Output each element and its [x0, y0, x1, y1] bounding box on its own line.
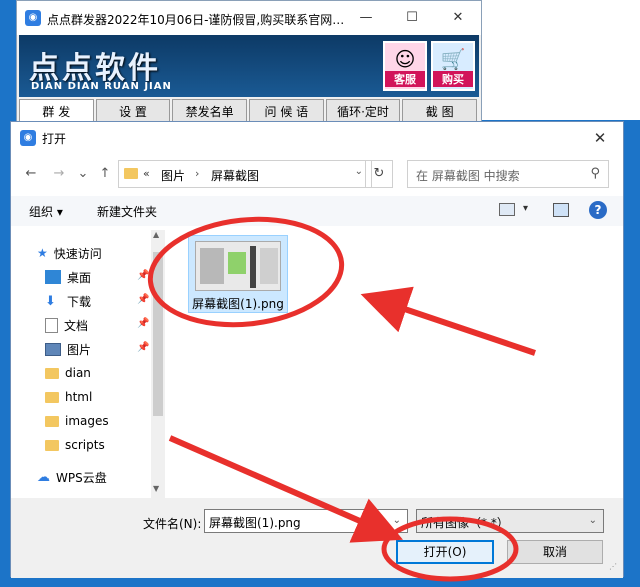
sidebar-item-label: 文档 [64, 318, 89, 333]
sidebar-item-label: dian [65, 366, 91, 380]
file-list: 屏幕截图(1).png [169, 230, 625, 498]
filename-label: 文件名(N): [143, 517, 202, 531]
navigation-pane: ★ 快速访问 桌面 ⬇ 下载 文档 图片 dian html images sc… [11, 230, 165, 498]
sidebar-item-label: images [65, 414, 109, 428]
dialog-title: 打开 [42, 132, 67, 146]
sidebar-item-label: 图片 [67, 342, 92, 357]
forward-arrow-icon[interactable]: → [49, 164, 69, 184]
minimize-button[interactable]: — [351, 7, 381, 29]
scroll-down-icon[interactable]: ▼ [153, 484, 159, 493]
filetype-select[interactable]: 所有图像（*.*） ⌄ [416, 509, 604, 533]
sidebar-item-desktop[interactable]: 桌面 [45, 266, 91, 288]
customer-service-label: 客服 [385, 71, 425, 87]
sidebar-item-scripts[interactable]: scripts [45, 434, 105, 456]
pin-icon: 📌 [137, 318, 150, 329]
sidebar-item-label: WPS云盘 [56, 470, 107, 485]
resize-grip-icon[interactable]: ⋰ [609, 562, 617, 571]
breadcrumb-separator[interactable]: › [195, 167, 199, 180]
help-icon[interactable]: ? [589, 201, 607, 219]
dialog-titlebar: ◉ 打开 ✕ [11, 122, 623, 154]
filename-input[interactable]: 屏幕截图(1).png ⌄ [204, 509, 408, 533]
open-file-dialog: ◉ 打开 ✕ ← → ⌄ ↑ « 图片 › 屏幕截图 ⌄ ↻ 在 屏幕截图 中搜… [10, 121, 625, 578]
search-input[interactable]: 在 屏幕截图 中搜索 ⚲ [407, 160, 609, 188]
chevron-down-icon[interactable]: ⌄ [355, 166, 363, 177]
breadcrumb-pictures[interactable]: 图片 [161, 167, 185, 184]
breadcrumb-overflow[interactable]: « [143, 167, 150, 180]
app-icon: ◉ [25, 10, 41, 26]
organize-button[interactable]: 组织 ▾ [29, 203, 63, 220]
sidebar-item-label: 下载 [67, 294, 92, 309]
view-options-dropdown[interactable]: ▾ [523, 203, 528, 214]
sidebar-item-images[interactable]: images [45, 410, 109, 432]
scrollbar-thumb[interactable] [153, 252, 163, 416]
folder-icon [45, 415, 59, 427]
desktop-icon [45, 270, 61, 284]
desktop-background [482, 0, 640, 120]
filetype-value: 所有图像（*.*） [421, 516, 509, 530]
folder-icon [45, 391, 59, 403]
pin-icon: 📌 [137, 270, 150, 281]
app-window: ◉ 点点群发器2022年10月06日-谨防假冒,购买联系官网… — ☐ ✕ 点点… [16, 0, 482, 130]
app-titlebar: ◉ 点点群发器2022年10月06日-谨防假冒,购买联系官网… — ☐ ✕ [17, 1, 481, 35]
folder-icon [45, 367, 59, 379]
image-thumbnail [195, 241, 281, 291]
maximize-button[interactable]: ☐ [397, 7, 427, 29]
address-bar[interactable]: « 图片 › 屏幕截图 ⌄ [118, 160, 372, 188]
open-button[interactable]: 打开(O) [396, 540, 494, 564]
chevron-down-icon[interactable]: ⌄ [393, 515, 401, 526]
file-name: 屏幕截图(1).png [192, 297, 284, 311]
sidebar-item-html[interactable]: html [45, 386, 92, 408]
file-item[interactable]: 屏幕截图(1).png [188, 235, 288, 313]
sidebar-item-dian[interactable]: dian [45, 362, 91, 384]
refresh-button[interactable]: ↻ [365, 160, 393, 188]
dialog-icon: ◉ [20, 130, 36, 146]
up-arrow-icon[interactable]: ↑ [95, 164, 115, 184]
sidebar-item-documents[interactable]: 文档 [45, 314, 88, 336]
back-arrow-icon[interactable]: ← [21, 164, 41, 184]
dialog-close-button[interactable]: ✕ [585, 126, 615, 150]
download-icon: ⬇ [45, 293, 56, 309]
pictures-icon [45, 342, 61, 356]
document-icon [45, 317, 58, 333]
sidebar-item-downloads[interactable]: ⬇ 下载 [45, 290, 91, 312]
cloud-icon: ☁ [37, 469, 50, 485]
customer-service-button[interactable]: ☺ 客服 [383, 41, 427, 91]
star-icon: ★ [37, 246, 48, 260]
filename-value: 屏幕截图(1).png [209, 516, 301, 530]
sidebar-item-pictures[interactable]: 图片 [45, 338, 91, 360]
folder-icon [124, 168, 138, 179]
cancel-button[interactable]: 取消 [507, 540, 603, 564]
pin-icon: 📌 [137, 294, 150, 305]
app-title: 点点群发器2022年10月06日-谨防假冒,购买联系官网… [47, 13, 345, 27]
breadcrumb-screenshots[interactable]: 屏幕截图 [211, 167, 259, 184]
chevron-down-icon[interactable]: ⌄ [589, 515, 597, 526]
search-icon: ⚲ [590, 166, 600, 181]
sidebar-item-quick-access[interactable]: ★ 快速访问 [37, 242, 102, 264]
folder-icon [45, 439, 59, 451]
sidebar-item-label: html [65, 390, 93, 404]
recent-locations-icon[interactable]: ⌄ [73, 164, 93, 184]
sidebar-item-label: 桌面 [67, 270, 92, 285]
command-bar: 组织 ▾ 新建文件夹 ▾ ? [11, 196, 623, 226]
headset-icon: ☺ [394, 47, 416, 71]
pin-icon: 📌 [137, 342, 150, 353]
new-folder-button[interactable]: 新建文件夹 [97, 203, 157, 220]
preview-pane-icon[interactable] [553, 203, 569, 217]
scroll-up-icon[interactable]: ▲ [153, 230, 159, 239]
app-logo-subtitle: DIAN DIAN RUAN JIAN [31, 81, 172, 92]
search-placeholder: 在 屏幕截图 中搜索 [416, 169, 520, 183]
sidebar-item-wps-cloud[interactable]: ☁ WPS云盘 [37, 466, 107, 488]
app-close-button[interactable]: ✕ [443, 7, 473, 29]
navigation-bar: ← → ⌄ ↑ « 图片 › 屏幕截图 ⌄ ↻ 在 屏幕截图 中搜索 ⚲ [11, 156, 623, 192]
buy-label: 购买 [433, 71, 473, 87]
app-banner: 点点软件 DIAN DIAN RUAN JIAN ☺ 客服 🛒 购买 [19, 35, 479, 97]
sidebar-item-label: scripts [65, 438, 105, 452]
dialog-footer: 文件名(N): 屏幕截图(1).png ⌄ 所有图像（*.*） ⌄ 打开(O) … [11, 498, 623, 578]
buy-button[interactable]: 🛒 购买 [431, 41, 475, 91]
cart-icon: 🛒 [440, 47, 466, 71]
sidebar-item-label: 快速访问 [53, 246, 102, 261]
view-options-icon[interactable] [499, 203, 515, 216]
